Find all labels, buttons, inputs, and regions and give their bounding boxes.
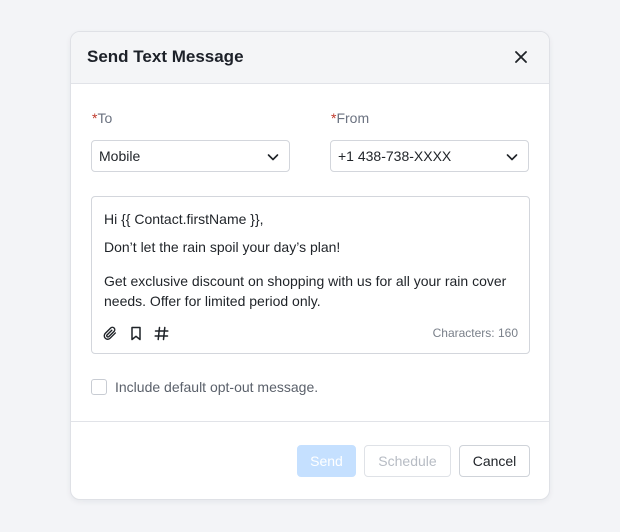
bookmark-icon <box>131 326 141 340</box>
paperclip-icon <box>103 326 116 340</box>
chevron-down-icon <box>267 154 279 161</box>
schedule-button[interactable]: Schedule <box>364 445 451 477</box>
hash-icon <box>153 326 169 340</box>
optout-label: Include default opt-out message. <box>115 379 319 395</box>
from-select-value: +1 438-738-XXXX <box>338 148 452 164</box>
send-button[interactable]: Send <box>297 445 356 477</box>
to-label-text: To <box>97 110 113 126</box>
chevron-down-icon <box>506 154 518 161</box>
optout-option[interactable]: Include default opt-out message. <box>91 378 318 396</box>
message-editor[interactable]: Hi {{ Contact.firstName }}, Don’t let th… <box>91 196 530 354</box>
to-select-value: Mobile <box>99 148 141 164</box>
dialog-header: Send Text Message <box>71 32 549 84</box>
bookmark-button[interactable] <box>128 325 144 341</box>
footer-divider <box>71 421 549 422</box>
hash-button[interactable] <box>153 325 169 341</box>
message-line[interactable]: Don’t let the rain spoil your day’s plan… <box>104 237 514 257</box>
message-paragraph[interactable]: Get exclusive discount on shopping with … <box>104 271 514 311</box>
from-label: *From <box>331 109 369 127</box>
to-select[interactable]: Mobile <box>91 140 290 172</box>
dialog-title: Send Text Message <box>87 47 244 66</box>
from-select[interactable]: +1 438-738-XXXX <box>330 140 529 172</box>
message-greeting[interactable]: Hi {{ Contact.firstName }}, <box>104 209 514 229</box>
optout-checkbox[interactable] <box>91 379 107 395</box>
close-icon <box>515 51 527 63</box>
close-button[interactable] <box>511 47 531 67</box>
character-count: Characters: 160 <box>432 326 518 340</box>
attach-button[interactable] <box>102 325 118 341</box>
cancel-button[interactable]: Cancel <box>459 445 530 477</box>
to-label: *To <box>92 109 112 127</box>
from-label-text: From <box>336 110 370 126</box>
send-text-message-dialog: Send Text Message *To *From Mobile +1 43… <box>70 31 550 500</box>
